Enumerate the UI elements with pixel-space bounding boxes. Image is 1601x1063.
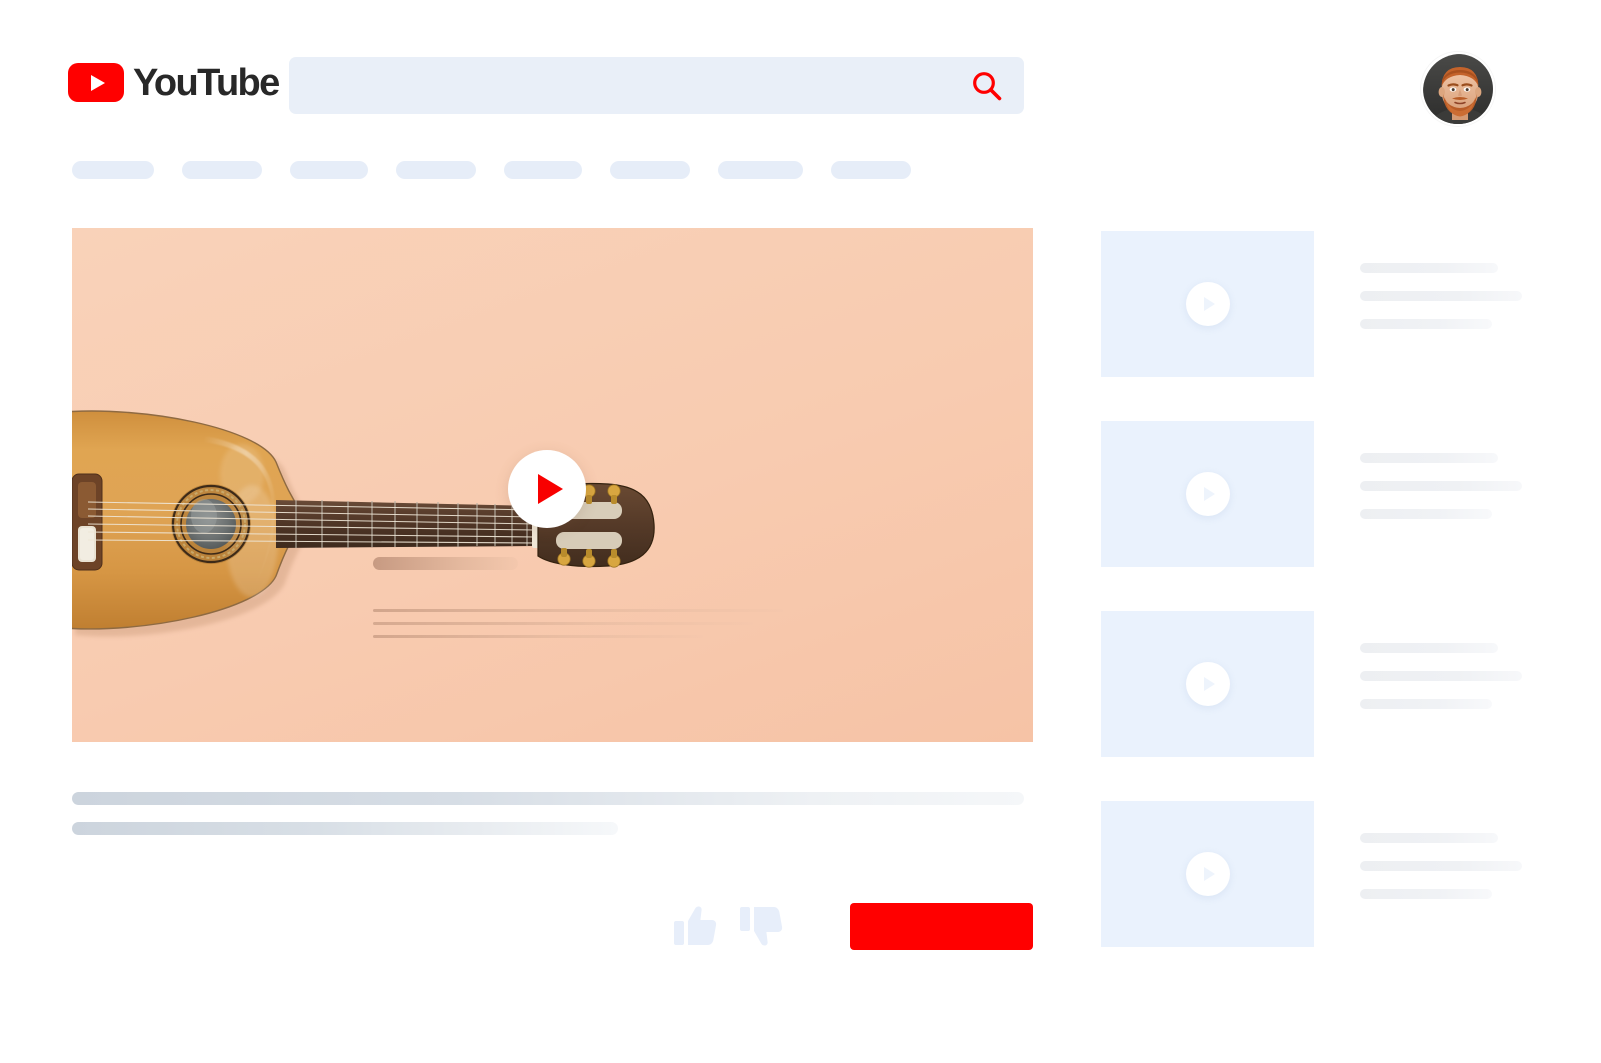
text-line-1 [1360,833,1498,843]
youtube-logo[interactable]: YouTube [68,61,280,104]
filter-chip-1[interactable] [72,161,154,179]
guitar-photo [72,396,684,661]
video-action-row [672,903,804,949]
filter-chip-3[interactable] [290,161,368,179]
text-line-3 [1360,509,1492,519]
text-line-3 [1360,699,1492,709]
suggested-video-text-placeholder [1360,263,1531,347]
filter-chip-4[interactable] [396,161,476,179]
play-triangle-icon [538,474,563,504]
app-header: YouTube [0,0,1601,145]
text-line-1 [1360,263,1498,273]
filter-chip-2[interactable] [182,161,262,179]
suggested-video-thumbnail[interactable] [1101,231,1314,377]
thumbs-down-icon[interactable] [738,903,784,949]
suggested-video-thumbnail[interactable] [1101,801,1314,947]
user-avatar-photo [1423,54,1493,124]
play-circle-icon[interactable] [1185,852,1230,896]
youtube-play-badge-icon [68,63,124,102]
play-circle-icon[interactable] [1185,282,1230,326]
suggested-video-text-placeholder [1360,643,1531,727]
text-line-3 [1360,319,1492,329]
text-line-3 [1360,889,1492,899]
text-line-2 [1360,671,1522,681]
suggested-video-thumbnail[interactable] [1101,611,1314,757]
filter-chip-row [72,161,939,179]
filter-chip-7[interactable] [718,161,803,179]
subscribe-button[interactable] [850,903,1033,950]
suggested-video-thumbnail[interactable] [1101,421,1314,567]
thumbs-up-icon[interactable] [672,903,718,949]
text-line-2 [1360,291,1522,301]
youtube-wireframe-page: YouTube [0,0,1601,1063]
user-avatar[interactable] [1421,52,1495,126]
text-line-1 [1360,453,1498,463]
video-title-placeholder-line-2 [72,822,618,835]
suggested-video-3[interactable] [1101,611,1531,801]
filter-chip-5[interactable] [504,161,582,179]
video-player[interactable] [72,228,1033,742]
video-title-placeholder-line-1 [72,792,1024,805]
suggested-video-2[interactable] [1101,421,1531,611]
play-button[interactable] [508,450,586,528]
text-line-1 [1360,643,1498,653]
brand-name: YouTube [133,61,280,104]
suggested-videos-sidebar [1101,231,1531,991]
text-line-2 [1360,481,1522,491]
filter-chip-8[interactable] [831,161,911,179]
play-circle-icon[interactable] [1185,662,1230,706]
play-circle-icon[interactable] [1185,472,1230,516]
search-input[interactable] [289,57,1024,114]
suggested-video-4[interactable] [1101,801,1531,991]
suggested-video-text-placeholder [1360,453,1531,537]
filter-chip-6[interactable] [610,161,690,179]
text-line-2 [1360,861,1522,871]
suggested-video-text-placeholder [1360,833,1531,917]
suggested-video-1[interactable] [1101,231,1531,421]
